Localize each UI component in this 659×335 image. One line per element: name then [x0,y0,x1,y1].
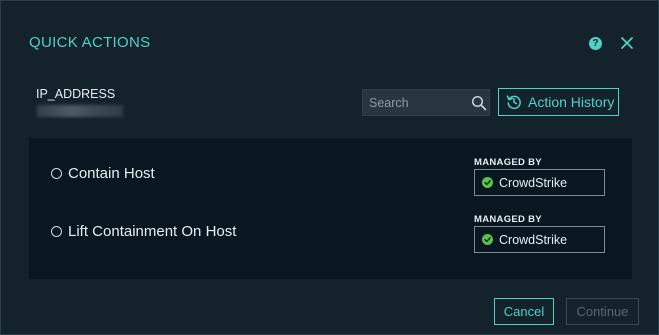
search-box [362,89,490,116]
cancel-button[interactable]: Cancel [494,298,554,325]
continue-button[interactable]: Continue [566,298,639,325]
action-option-contain-host[interactable]: Contain Host [51,165,155,182]
check-circle-icon [482,177,493,188]
managed-by-value: CrowdStrike [499,232,568,247]
managed-by-label: MANAGED BY [474,214,542,225]
dialog-title: QUICK ACTIONS [29,34,151,51]
managed-by-value: CrowdStrike [499,175,568,190]
check-circle-icon [482,234,493,245]
history-icon [506,95,521,110]
radio-button[interactable] [51,168,62,179]
quick-actions-dialog: QUICK ACTIONS ? IP_ADDRESS Action Histor… [0,0,659,335]
action-label: Lift Containment On Host [68,223,237,240]
managed-by-box: CrowdStrike [474,226,605,253]
action-history-label: Action History [528,94,615,110]
managed-by-label: MANAGED BY [474,157,542,168]
close-icon[interactable] [619,35,635,51]
managed-by-box: CrowdStrike [474,169,605,196]
ip-address-value-redacted [37,105,123,117]
action-option-lift-containment[interactable]: Lift Containment On Host [51,223,236,240]
action-history-button[interactable]: Action History [498,88,619,116]
actions-panel: Contain Host MANAGED BY CrowdStrike Lift… [29,138,632,279]
radio-button[interactable] [51,226,62,237]
ip-address-label: IP_ADDRESS [36,87,116,101]
question-circle-icon[interactable]: ? [589,37,602,50]
search-icon[interactable] [471,95,487,111]
search-input[interactable] [363,90,463,115]
action-label: Contain Host [68,165,155,182]
